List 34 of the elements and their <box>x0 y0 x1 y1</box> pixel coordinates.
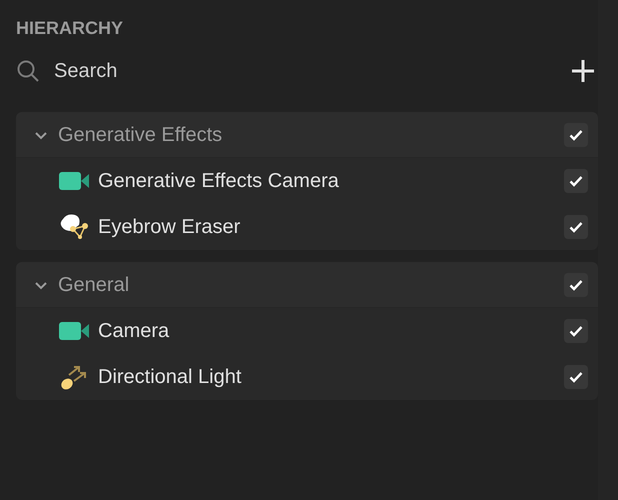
visibility-checkbox[interactable] <box>564 365 588 389</box>
item-label: Camera <box>98 319 170 343</box>
chevron-icon[interactable] <box>34 130 48 140</box>
item-label: Generative Effects Camera <box>98 169 339 193</box>
face-nodes-icon <box>59 213 89 241</box>
check-icon <box>569 325 583 337</box>
panel-title: HIERARCHY <box>16 17 124 39</box>
hierarchy-item[interactable]: Camera <box>16 308 598 354</box>
directional-light-icon <box>59 363 89 391</box>
group-header[interactable]: Generative Effects <box>16 112 598 158</box>
group-label: General <box>58 272 130 296</box>
chevron-icon[interactable] <box>34 280 48 290</box>
group-label: Generative Effects <box>58 122 222 146</box>
hierarchy-item[interactable]: Generative Effects Camera <box>16 158 598 204</box>
check-icon <box>569 175 583 187</box>
visibility-checkbox[interactable] <box>564 272 588 296</box>
add-icon[interactable] <box>572 60 594 82</box>
search-field[interactable]: Search <box>54 56 254 86</box>
visibility-checkbox[interactable] <box>564 319 588 343</box>
search-icon <box>16 59 40 83</box>
visibility-checkbox[interactable] <box>564 122 588 146</box>
hierarchy-item[interactable]: Eyebrow Eraser <box>16 204 598 250</box>
video-camera-icon <box>59 321 89 341</box>
video-camera-icon <box>59 171 89 191</box>
visibility-checkbox[interactable] <box>564 215 588 239</box>
visibility-checkbox[interactable] <box>564 169 588 193</box>
item-label: Directional Light <box>98 365 242 389</box>
hierarchy-item[interactable]: Directional Light <box>16 354 598 400</box>
item-label: Eyebrow Eraser <box>98 215 240 239</box>
check-icon <box>569 371 583 383</box>
check-icon <box>569 278 583 290</box>
check-icon <box>569 221 583 233</box>
group-header[interactable]: General <box>16 262 598 308</box>
check-icon <box>569 128 583 140</box>
